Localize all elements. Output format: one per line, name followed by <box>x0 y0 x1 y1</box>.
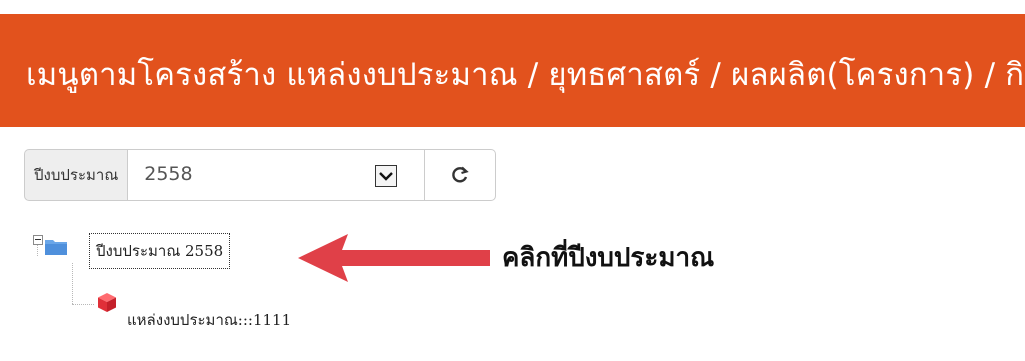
page-title: เมนูตามโครงสร้าง แหล่งงบประมาณ / ยุทธศาส… <box>26 57 1025 93</box>
annotation-arrow-icon <box>298 234 490 282</box>
page-header: เมนูตามโครงสร้าง แหล่งงบประมาณ / ยุทธศาส… <box>0 14 1025 127</box>
main-content: ปีงบประมาณ 2558 ปีงบประมาณ 2558 แหล่งงบป… <box>0 127 1025 361</box>
tree-node-fiscal-year[interactable]: ปีงบประมาณ 2558 <box>89 233 231 269</box>
annotation-text: คลิกที่ปีงบประมาณ <box>502 243 715 273</box>
tree-connector <box>72 263 73 304</box>
tree-node-budget-source[interactable]: แหล่งงบประมาณ:::1111 <box>127 308 291 332</box>
tree-connector <box>37 244 38 256</box>
folder-icon <box>45 240 67 255</box>
top-strip <box>0 0 1025 14</box>
tree-connector <box>72 304 94 305</box>
cube-icon <box>98 293 116 312</box>
collapse-toggle-icon[interactable] <box>33 235 43 245</box>
